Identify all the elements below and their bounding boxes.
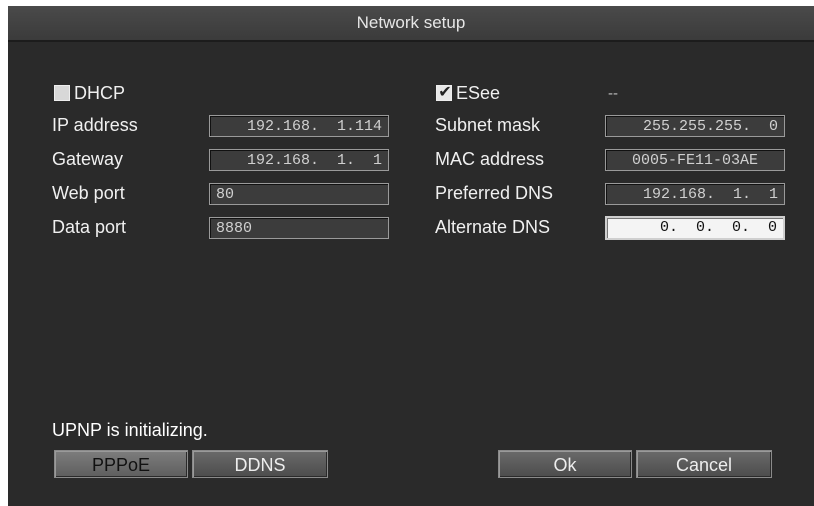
esee-checkbox[interactable]: ✔ (436, 82, 452, 101)
title-bar: Network setup (8, 6, 814, 42)
gateway-field[interactable]: 192.168. 1. 1 (209, 149, 389, 171)
alternate-dns-label: Alternate DNS (435, 217, 551, 237)
pppoe-button[interactable]: PPPoE (54, 450, 188, 478)
data-port-field[interactable]: 8880 (209, 217, 389, 239)
ip-address-field[interactable]: 192.168. 1.114 (209, 115, 389, 137)
preferred-dns-field[interactable]: 192.168. 1. 1 (605, 183, 785, 205)
checkmark-icon: ✔ (438, 82, 452, 101)
mac-address-label: MAC address (435, 149, 545, 169)
dhcp-checkbox[interactable] (54, 85, 70, 101)
subnet-mask-label: Subnet mask (435, 115, 541, 135)
dhcp-label: DHCP (74, 83, 126, 103)
ok-button[interactable]: Ok (498, 450, 632, 478)
esee-label: ESee (456, 83, 501, 103)
alternate-dns-field[interactable]: 0. 0. 0. 0 (605, 216, 785, 240)
mac-address-field[interactable]: 0005-FE11-03AE (605, 149, 785, 171)
cancel-button[interactable]: Cancel (636, 450, 772, 478)
subnet-mask-field[interactable]: 255.255.255. 0 (605, 115, 785, 137)
esee-status: -- (608, 85, 618, 102)
preferred-dns-label: Preferred DNS (435, 183, 554, 203)
network-setup-dialog: Network setup DHCP IP address 192.168. 1… (8, 6, 814, 506)
data-port-label: Data port (52, 217, 127, 237)
web-port-label: Web port (52, 183, 125, 203)
ip-address-label: IP address (52, 115, 138, 135)
status-message: UPNP is initializing. (52, 420, 208, 440)
web-port-field[interactable]: 80 (209, 183, 389, 205)
dialog-title: Network setup (356, 13, 466, 32)
ddns-button[interactable]: DDNS (192, 450, 328, 478)
gateway-label: Gateway (52, 149, 124, 169)
